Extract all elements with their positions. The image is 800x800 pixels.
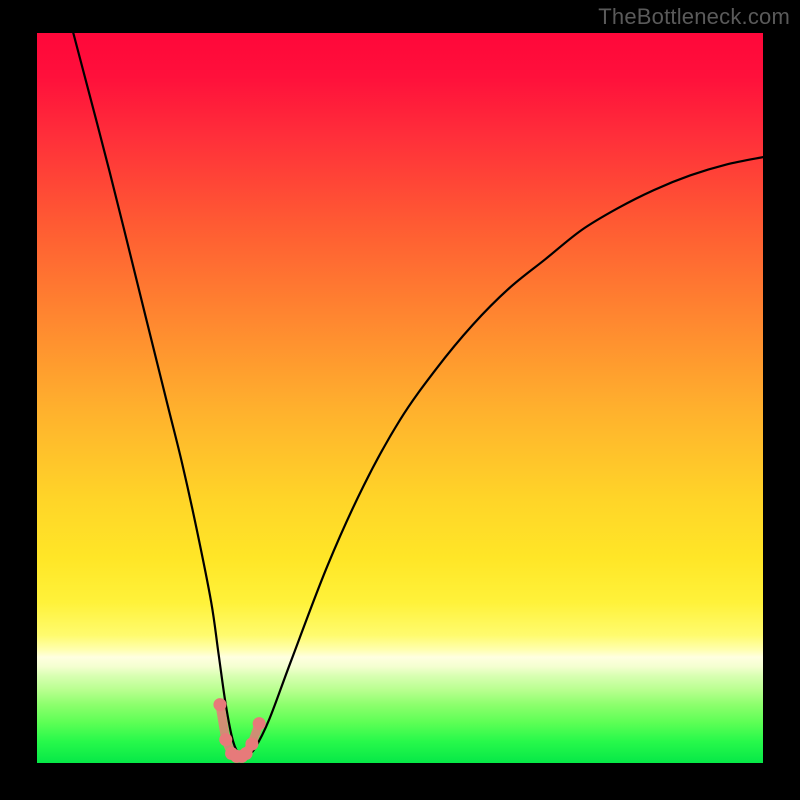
bottleneck-curve <box>73 33 763 757</box>
min-marker <box>219 733 232 746</box>
plot-area <box>37 33 763 763</box>
curve-layer <box>37 33 763 763</box>
chart-frame: TheBottleneck.com <box>0 0 800 800</box>
min-marker <box>253 717 266 730</box>
min-marker <box>245 738 258 751</box>
min-region-markers <box>213 698 265 763</box>
min-marker <box>213 698 226 711</box>
watermark-text: TheBottleneck.com <box>598 4 790 30</box>
